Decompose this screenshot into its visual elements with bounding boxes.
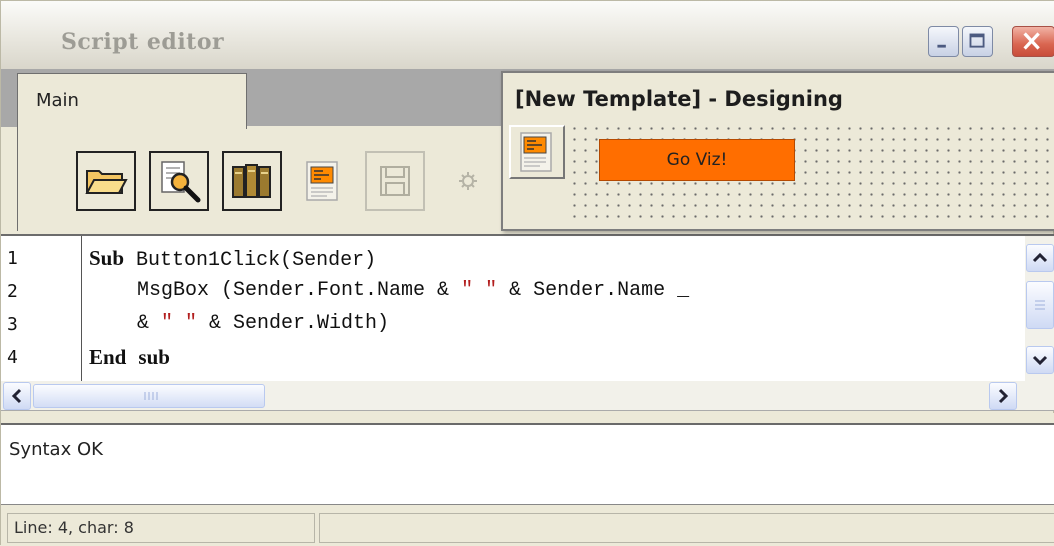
line-number: 1 — [7, 248, 18, 269]
code-text: & Sender.Width) — [197, 312, 390, 335]
code-editor[interactable]: 1 2 3 4 Sub Button1Click(Sender) MsgBox … — [1, 234, 1054, 381]
output-panel: Syntax OK — [1, 425, 1054, 505]
form-icon — [520, 132, 552, 172]
splitter[interactable] — [1, 413, 1054, 425]
status-pane-empty — [319, 513, 1054, 543]
go-viz-button[interactable]: Go Viz! — [599, 139, 795, 181]
code-line[interactable]: & " " & Sender.Width) — [89, 312, 389, 335]
scroll-left-button[interactable] — [3, 382, 31, 410]
folder-open-icon — [85, 170, 128, 194]
gear-icon — [459, 172, 477, 190]
save-icon — [380, 166, 410, 196]
line-number: 2 — [7, 281, 18, 302]
grip-icon — [1035, 300, 1045, 310]
form-button[interactable] — [292, 151, 352, 211]
save-button[interactable] — [365, 151, 425, 211]
settings-button[interactable] — [438, 151, 498, 211]
close-button[interactable] — [1012, 26, 1054, 57]
tab-main[interactable]: Main — [17, 73, 247, 129]
maximize-icon — [969, 33, 985, 48]
cursor-position: Line: 4, char: 8 — [14, 518, 134, 537]
code-text: MsgBox (Sender.Font.Name & — [89, 279, 462, 302]
find-button[interactable] — [149, 151, 209, 211]
template-designer-window[interactable]: [New Template] - Designing Go Viz! — [501, 71, 1054, 231]
status-pane-position: Line: 4, char: 8 — [7, 513, 315, 543]
chevron-up-icon — [1032, 252, 1048, 263]
script-editor-window: Script editor Main 1 2 3 4 Sub Button1Cl… — [0, 0, 1054, 546]
code-line[interactable]: End sub — [89, 345, 170, 371]
code-line[interactable]: MsgBox (Sender.Font.Name & " " & Sender.… — [89, 279, 689, 302]
chevron-right-icon — [998, 388, 1009, 404]
designer-form-tool[interactable] — [509, 125, 565, 179]
vertical-scroll-thumb[interactable] — [1026, 281, 1054, 329]
title-bar[interactable]: Script editor — [1, 1, 1054, 70]
code-line[interactable]: Sub Button1Click(Sender) — [89, 246, 376, 272]
minimize-icon — [937, 44, 946, 48]
code-text: Button1Click(Sender) — [124, 249, 377, 272]
close-icon — [1023, 32, 1040, 50]
gutter-divider — [81, 236, 82, 381]
open-button[interactable] — [76, 151, 136, 211]
code-text: & — [89, 312, 162, 335]
scroll-up-button[interactable] — [1026, 244, 1054, 272]
go-viz-label: Go Viz! — [666, 150, 728, 170]
maximize-button[interactable] — [962, 26, 993, 57]
output-message: Syntax OK — [9, 439, 103, 460]
horizontal-scroll-thumb[interactable] — [33, 384, 265, 408]
code-text: & Sender.Name _ — [497, 279, 690, 302]
window-title: Script editor — [61, 29, 225, 55]
designer-title: [New Template] - Designing — [515, 87, 843, 111]
line-number-gutter: 1 2 3 4 — [1, 236, 71, 381]
library-books-icon — [232, 164, 271, 198]
minimize-button[interactable] — [928, 26, 959, 57]
scroll-down-button[interactable] — [1026, 346, 1054, 374]
grip-icon — [144, 392, 158, 400]
library-button[interactable] — [222, 151, 282, 211]
horizontal-scrollbar[interactable] — [1, 381, 1054, 411]
keyword: End — [89, 345, 127, 369]
string-literal: " " — [161, 312, 198, 335]
tab-main-label: Main — [36, 90, 79, 111]
search-document-icon — [161, 161, 201, 203]
form-icon — [306, 161, 338, 201]
status-bar: Line: 4, char: 8 — [1, 505, 1054, 546]
keyword: sub — [138, 345, 170, 369]
scroll-right-button[interactable] — [989, 382, 1017, 410]
string-literal: " " — [461, 279, 498, 302]
keyword: Sub — [89, 246, 125, 270]
chevron-left-icon — [11, 388, 22, 404]
chevron-down-icon — [1032, 355, 1048, 366]
line-number: 4 — [7, 347, 18, 368]
line-number: 3 — [7, 314, 18, 335]
vertical-scrollbar[interactable] — [1025, 236, 1054, 381]
